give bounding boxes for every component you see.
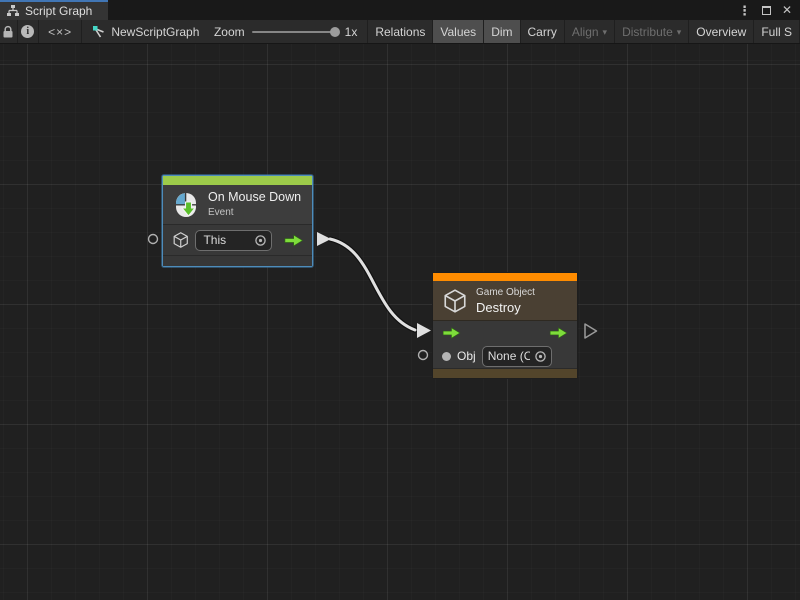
object-picker-icon[interactable] bbox=[534, 350, 547, 363]
game-object-cube-icon bbox=[172, 231, 189, 249]
tab-script-graph[interactable]: Script Graph bbox=[0, 0, 108, 20]
mouse-icon bbox=[172, 191, 200, 219]
exec-output-arrow-icon[interactable] bbox=[549, 327, 568, 339]
event-node-subtitle: Event bbox=[208, 206, 301, 219]
relations-label: Relations bbox=[375, 25, 425, 39]
event-node-header[interactable]: On Mouse Down Event bbox=[163, 185, 312, 225]
carry-button[interactable]: Carry bbox=[521, 20, 565, 43]
event-output-port[interactable] bbox=[317, 232, 331, 246]
tab-title: Script Graph bbox=[25, 4, 92, 18]
relations-button[interactable]: Relations bbox=[368, 20, 433, 43]
graph-reference[interactable]: NewScriptGraph bbox=[92, 25, 199, 39]
overview-button[interactable]: Overview bbox=[689, 20, 754, 43]
zoom-slider[interactable] bbox=[252, 31, 338, 33]
connection-wire-shadow bbox=[330, 239, 415, 330]
destroy-exit-port[interactable] bbox=[585, 324, 597, 338]
carry-label: Carry bbox=[528, 25, 557, 39]
node-destroy[interactable]: Game Object Destroy Obj None (O bbox=[432, 272, 578, 379]
event-node-footer bbox=[163, 255, 312, 266]
close-icon[interactable]: ✕ bbox=[782, 4, 792, 16]
lock-button[interactable] bbox=[0, 20, 18, 43]
destroy-obj-port[interactable] bbox=[419, 351, 428, 360]
fullscreen-button[interactable]: Full S bbox=[754, 20, 800, 43]
graph-toolbar: i <×> NewScriptGraph Zoom 1x Relations V… bbox=[0, 20, 800, 44]
lock-icon bbox=[2, 25, 14, 39]
destroy-accent-bar bbox=[433, 273, 577, 281]
destroy-input-port[interactable] bbox=[417, 323, 431, 338]
event-target-field[interactable]: This bbox=[195, 230, 271, 251]
dim-label: Dim bbox=[491, 25, 512, 39]
toolbar-middle: NewScriptGraph Zoom 1x bbox=[82, 20, 368, 43]
script-graph-tab-icon bbox=[6, 5, 20, 17]
obj-value-text: None (O bbox=[488, 349, 530, 363]
graph-name: NewScriptGraph bbox=[111, 25, 199, 39]
info-icon: i bbox=[21, 25, 34, 38]
game-object-cube-icon bbox=[442, 288, 468, 314]
graph-canvas[interactable]: On Mouse Down Event This bbox=[0, 44, 800, 600]
zoom-value: 1x bbox=[345, 25, 358, 39]
exec-output-arrow-icon[interactable] bbox=[284, 234, 303, 247]
event-node-port-row: This bbox=[163, 225, 312, 255]
zoom-slider-handle[interactable] bbox=[330, 27, 340, 37]
connections-layer bbox=[0, 44, 800, 600]
obj-port-label: Obj bbox=[457, 349, 476, 363]
align-button[interactable]: Align ▾ bbox=[565, 20, 615, 43]
object-picker-icon[interactable] bbox=[254, 234, 267, 247]
align-label: Align bbox=[572, 25, 599, 39]
overview-label: Overview bbox=[696, 25, 746, 39]
event-accent-bar bbox=[163, 176, 312, 185]
script-graph-asset-icon bbox=[92, 25, 106, 39]
distribute-label: Distribute bbox=[622, 25, 673, 39]
event-node-title: On Mouse Down bbox=[208, 190, 301, 206]
window-tab-bar: Script Graph ⋮ ✕ bbox=[0, 0, 800, 20]
destroy-node-category: Game Object bbox=[476, 286, 535, 300]
dim-button[interactable]: Dim bbox=[484, 20, 520, 43]
destroy-node-footer bbox=[433, 368, 577, 378]
maximize-icon[interactable] bbox=[762, 6, 771, 15]
connection-wire[interactable] bbox=[330, 239, 415, 330]
values-button[interactable]: Values bbox=[433, 20, 484, 43]
info-button[interactable]: i bbox=[18, 20, 39, 43]
fullscreen-label: Full S bbox=[761, 25, 792, 39]
obj-value-field[interactable]: None (O bbox=[482, 346, 552, 367]
zoom-control: Zoom 1x bbox=[214, 25, 357, 39]
exec-input-arrow-icon[interactable] bbox=[442, 327, 461, 339]
obj-value-port-dot[interactable] bbox=[442, 352, 451, 361]
values-label: Values bbox=[440, 25, 476, 39]
dropdown-arrow-icon: ▾ bbox=[677, 27, 682, 38]
code-preview-button[interactable]: <×> bbox=[39, 20, 82, 43]
zoom-label: Zoom bbox=[214, 25, 245, 39]
event-target-port[interactable] bbox=[149, 235, 158, 244]
destroy-exec-row bbox=[433, 321, 577, 344]
code-icon: <×> bbox=[48, 25, 72, 39]
window-menu-icon[interactable]: ⋮ bbox=[738, 4, 751, 17]
node-on-mouse-down[interactable]: On Mouse Down Event This bbox=[162, 175, 313, 267]
destroy-node-header[interactable]: Game Object Destroy bbox=[433, 281, 577, 321]
event-target-value: This bbox=[203, 233, 249, 247]
window-controls: ⋮ ✕ bbox=[738, 0, 800, 20]
destroy-node-title: Destroy bbox=[476, 300, 535, 316]
destroy-obj-row: Obj None (O bbox=[433, 344, 577, 368]
dropdown-arrow-icon: ▾ bbox=[603, 27, 608, 38]
distribute-button[interactable]: Distribute ▾ bbox=[615, 20, 689, 43]
